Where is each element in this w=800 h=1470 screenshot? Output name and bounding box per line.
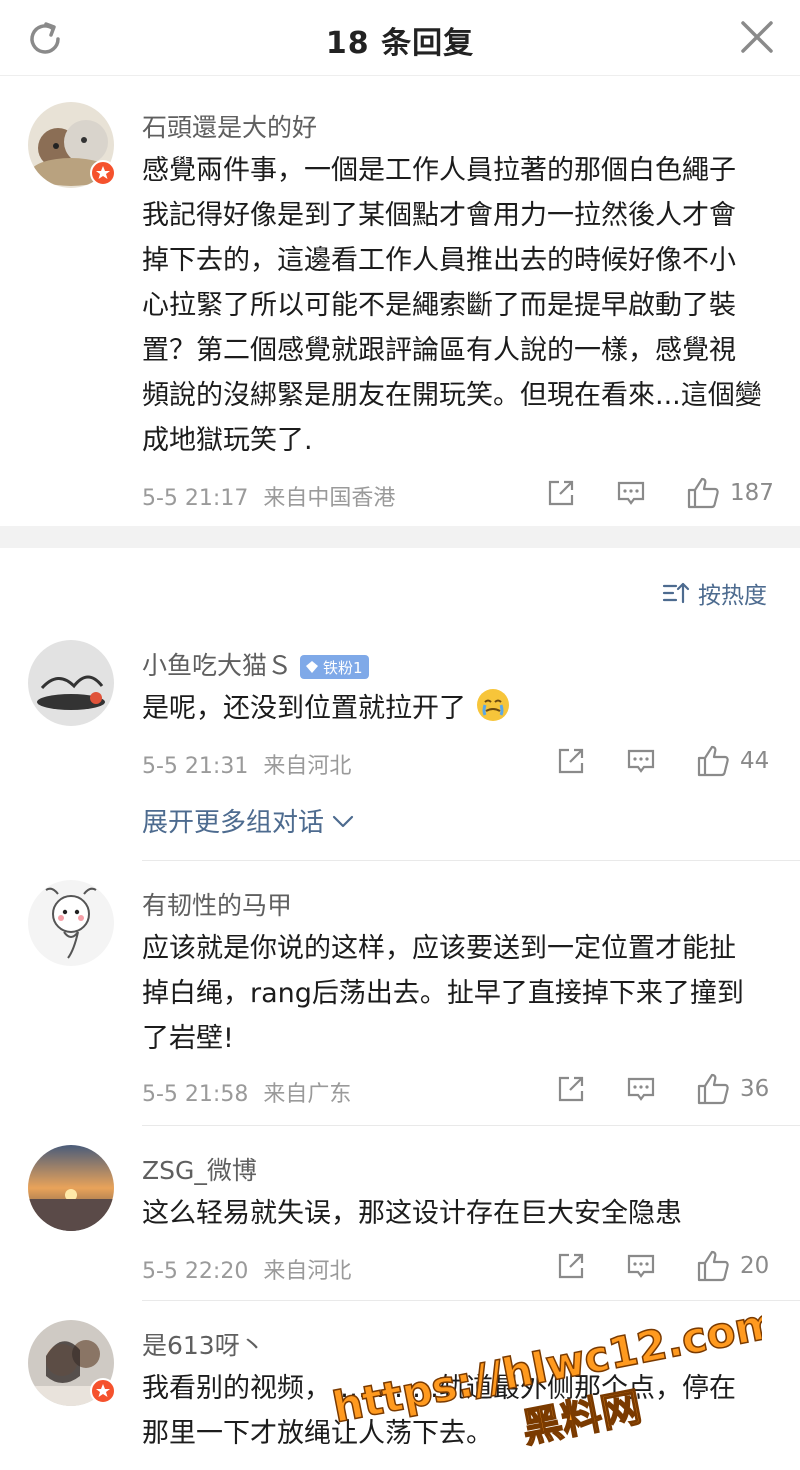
username[interactable]: 是613呀丶 [142,1326,265,1362]
reply-item: 有韧性的马甲 应该就是你说的这样，应该要送到一定位置才能扯掉白绳，rang后荡出… [0,870,800,1125]
comment-text: 这么轻易就失误，那这设计存在巨大安全隐患 [142,1198,682,1229]
divider [142,1125,800,1126]
comment-text: 应该就是你说的这样，应该要送到一定位置才能扯掉白绳，rang后荡出去。扯早了直接… [142,933,744,1054]
header-bar: 18 条回复 [0,0,800,76]
share-icon[interactable] [556,1251,586,1285]
sort-button[interactable]: 按热度 [662,576,767,610]
comment-text: 我看别的视频，…………轨道最外侧那个点，停在那里一下才放绳让人荡下去。 [142,1373,736,1449]
comment-time: 5-5 21:31 [142,754,249,779]
comment-meta: 5-5 21:17 来自中国香港 [142,480,395,512]
comment-location: 来自广东 [263,1082,352,1107]
diamond-icon [306,661,319,673]
comment-time: 5-5 21:58 [142,1082,249,1107]
comment-meta: 5-5 21:31 来自河北 [142,748,351,780]
crying-face-icon [475,687,511,737]
comment-icon[interactable] [626,746,656,780]
close-icon[interactable] [734,14,780,60]
section-separator [0,526,800,548]
root-comment: 石頭還是大的好 感覺兩件事，一個是工作人員拉著的那個白色繩子我記得好像是到了某個… [0,76,800,526]
fan-badge: 铁粉1 [300,655,369,679]
divider [142,860,800,861]
comment-text: 是呢，还没到位置就拉开了 [142,686,762,737]
comment-location: 来自河北 [263,1259,352,1284]
username[interactable]: 小鱼吃大猫Ｓ 铁粉1 [142,646,369,682]
comment-time: 5-5 21:17 [142,486,249,511]
comment-icon[interactable] [626,1074,656,1108]
like-count: 187 [730,480,774,506]
avatar[interactable] [28,1145,114,1231]
sort-icon [662,582,690,604]
verified-badge-icon [90,160,116,186]
like-icon[interactable] [686,476,720,514]
comment-meta: 5-5 21:58 来自广东 [142,1076,351,1108]
comment-time: 5-5 22:20 [142,1259,249,1284]
like-icon[interactable] [696,744,730,782]
share-icon[interactable] [546,478,576,512]
comment-meta: 5-5 22:20 来自河北 [142,1253,351,1285]
expand-conversation-link[interactable]: 展开更多组对话 [142,802,356,839]
reply-item: ZSG_微博 这么轻易就失误，那这设计存在巨大安全隐患 5-5 22:20 来自… [0,1135,800,1300]
divider [142,1300,800,1301]
reply-item: 小鱼吃大猫Ｓ 铁粉1 是呢，还没到位置就拉开了 5-5 21:31 来自河北 44 [0,630,800,860]
page-title: 18 条回复 [325,26,475,61]
sort-label: 按热度 [698,583,767,609]
like-icon[interactable] [696,1072,730,1110]
chevron-down-icon [332,815,354,827]
like-count: 36 [740,1076,770,1102]
comment-location: 来自河北 [263,754,352,779]
username[interactable]: ZSG_微博 [142,1151,257,1187]
avatar[interactable] [28,880,114,966]
comment-icon[interactable] [616,478,646,512]
like-count: 20 [740,1253,770,1279]
comment-text: 感覺兩件事，一個是工作人員拉著的那個白色繩子我記得好像是到了某個點才會用力一拉然… [142,155,762,456]
like-icon[interactable] [696,1249,730,1287]
comment-location: 来自中国香港 [263,486,396,511]
username[interactable]: 有韧性的马甲 [142,886,292,922]
comment-icon[interactable] [626,1251,656,1285]
share-icon[interactable] [556,1074,586,1108]
verified-badge-icon [90,1378,116,1404]
like-count: 44 [740,748,770,774]
reply-item: 是613呀丶 我看别的视频，…………轨道最外侧那个点，停在那里一下才放绳让人荡下… [0,1310,800,1470]
username[interactable]: 石頭還是大的好 [142,108,317,144]
avatar[interactable] [28,640,114,726]
share-icon[interactable] [556,746,586,780]
